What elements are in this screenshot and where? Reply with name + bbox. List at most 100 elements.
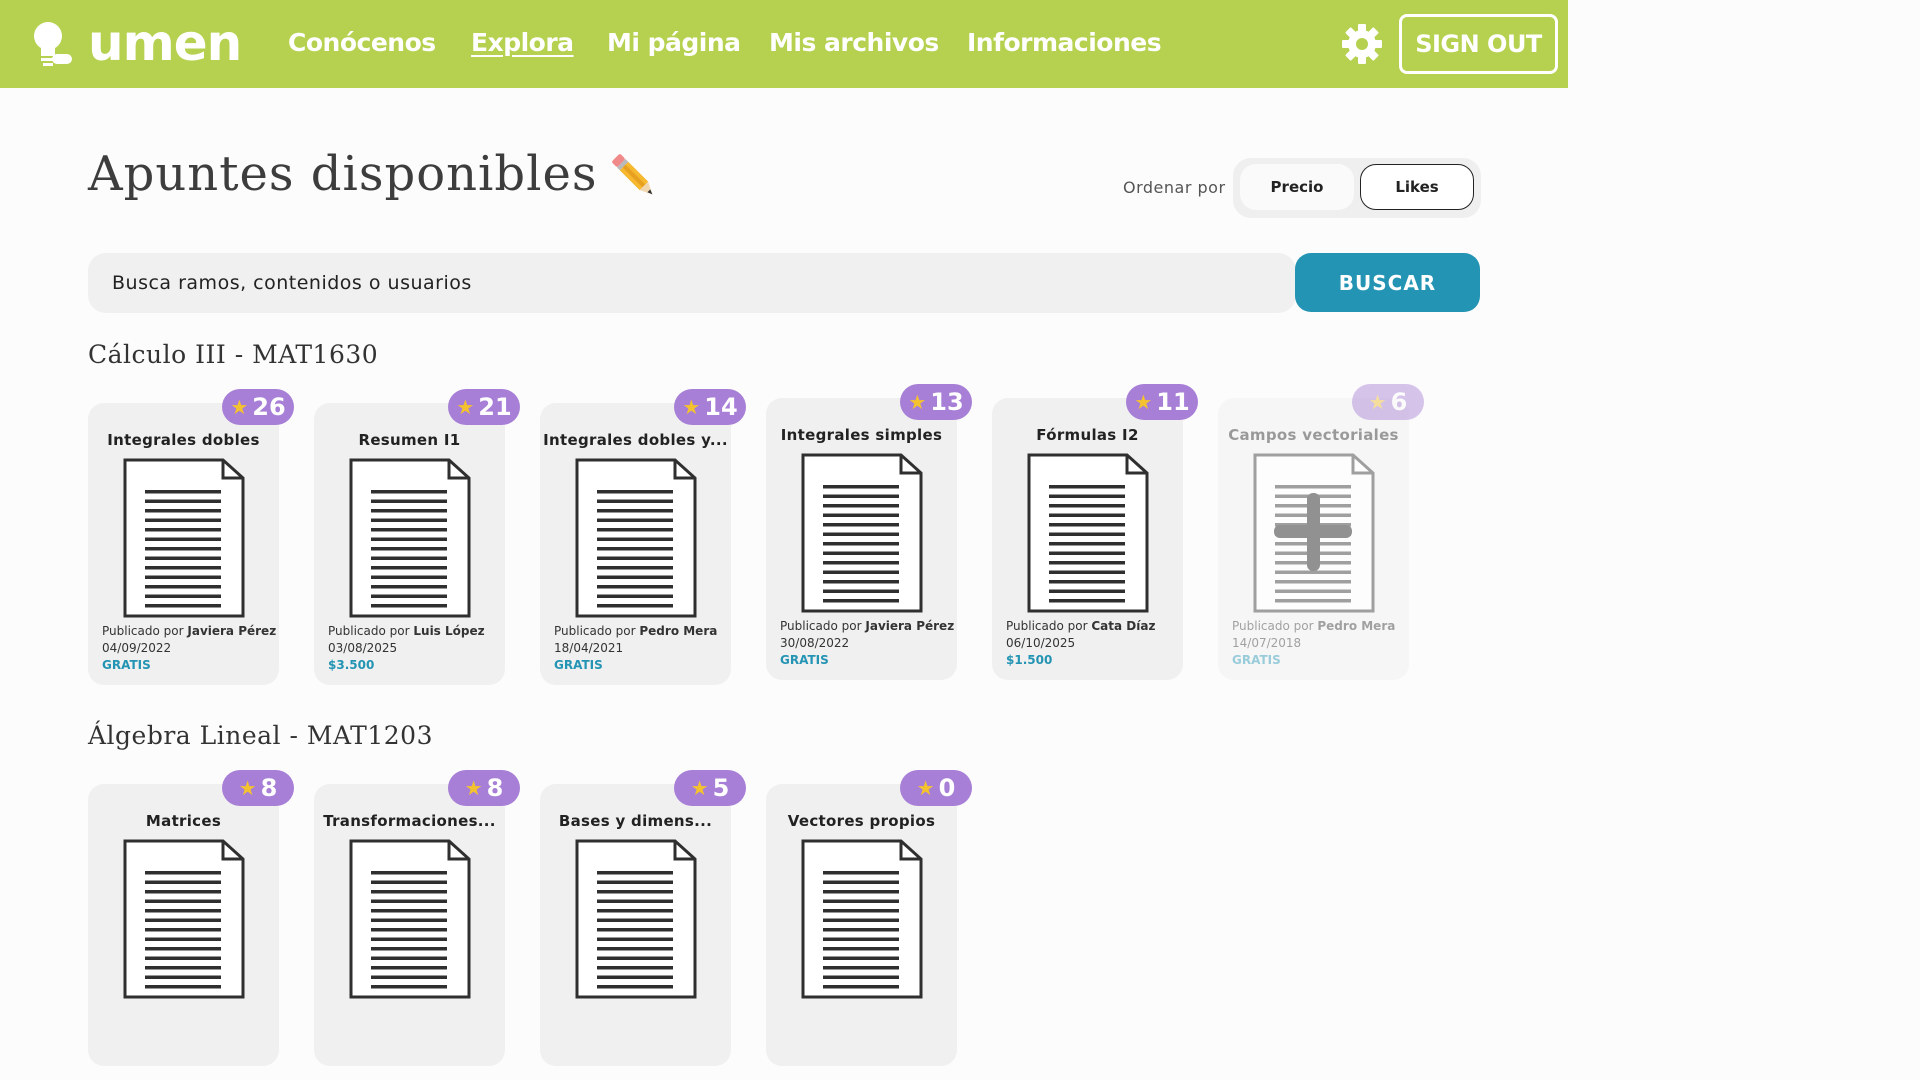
document-icon (123, 839, 245, 999)
card-author[interactable]: Javiera Pérez (865, 619, 954, 633)
likes-badge[interactable]: ★ 8 (448, 770, 520, 806)
note-card[interactable]: Vectores propios (766, 784, 957, 1066)
star-icon: ★ (690, 776, 709, 800)
sort-precio-button[interactable]: Precio (1240, 164, 1354, 210)
star-icon: ★ (682, 395, 701, 419)
note-card[interactable]: Bases y dimens... (540, 784, 731, 1066)
card-author[interactable]: Cata Díaz (1091, 619, 1155, 633)
card-price: GRATIS (780, 653, 829, 667)
likes-count: 26 (252, 393, 286, 421)
document-icon (349, 839, 471, 999)
likes-count: 8 (486, 774, 504, 802)
gear-icon[interactable] (1340, 22, 1384, 66)
card-date: 30/08/2022 (780, 636, 850, 650)
page-title: Apuntes disponibles (88, 146, 598, 202)
likes-count: 0 (938, 774, 956, 802)
sort-label: Ordenar por (1123, 178, 1226, 197)
pencil-icon (612, 154, 653, 195)
card-author[interactable]: Luis López (413, 624, 484, 638)
document-plus-icon (1253, 453, 1375, 613)
published-prefix: Publicado por (1006, 619, 1088, 633)
note-card[interactable]: Resumen I1 Publicado por Luis López 03/0… (314, 403, 505, 685)
card-date: 14/07/2018 (1232, 636, 1302, 650)
card-title: Integrales dobles (107, 431, 260, 449)
likes-badge[interactable]: ★ 6 (1352, 384, 1424, 420)
card-price: GRATIS (102, 658, 151, 672)
star-icon: ★ (238, 776, 257, 800)
card-title: Transformaciones... (323, 812, 496, 830)
logo-text: umen (88, 14, 242, 72)
note-card[interactable]: Integrales dobles Publicado por Javiera … (88, 403, 279, 685)
note-card[interactable]: Matrices (88, 784, 279, 1066)
sort-toggle-group: Precio Likes (1233, 158, 1481, 218)
published-prefix: Publicado por (1232, 619, 1314, 633)
likes-badge[interactable]: ★ 14 (674, 389, 746, 425)
likes-count: 8 (260, 774, 278, 802)
lightbulb-logo-icon (34, 22, 72, 66)
card-title: Fórmulas I2 (1036, 426, 1139, 444)
likes-count: 21 (478, 393, 512, 421)
nav-link-mi-pagina[interactable]: Mi página (607, 28, 741, 57)
card-author[interactable]: Pedro Mera (639, 624, 717, 638)
nav-link-mis-archivos[interactable]: Mis archivos (769, 28, 939, 57)
star-icon: ★ (456, 395, 475, 419)
card-title: Integrales simples (780, 426, 943, 444)
star-icon: ★ (464, 776, 483, 800)
nav-link-conocenos[interactable]: Conócenos (288, 28, 436, 57)
document-icon (575, 839, 697, 999)
sort-likes-button[interactable]: Likes (1360, 164, 1474, 210)
card-meta: Publicado por Javiera Pérez 30/08/2022 G… (780, 618, 954, 669)
navbar: umen Conócenos Explora Mi página Mis arc… (0, 0, 1568, 88)
published-prefix: Publicado por (102, 624, 184, 638)
section-title-calculo: Cálculo III - MAT1630 (88, 340, 379, 369)
card-meta: Publicado por Pedro Mera 18/04/2021 GRAT… (554, 623, 717, 674)
document-icon (575, 458, 697, 618)
search-input[interactable] (88, 253, 1296, 313)
card-date: 18/04/2021 (554, 641, 624, 655)
star-icon: ★ (1134, 390, 1153, 414)
sign-out-button[interactable]: SIGN OUT (1399, 14, 1558, 74)
card-author[interactable]: Javiera Pérez (187, 624, 276, 638)
nav-link-informaciones[interactable]: Informaciones (967, 28, 1162, 57)
card-title: Matrices (145, 812, 222, 830)
likes-count: 11 (1156, 388, 1190, 416)
likes-badge[interactable]: ★ 11 (1126, 384, 1198, 420)
note-card[interactable]: Campos vectoriales Publicado por Pedro M… (1218, 398, 1409, 680)
card-title: Bases y dimens... (558, 812, 713, 830)
card-price: GRATIS (554, 658, 603, 672)
card-date: 04/09/2022 (102, 641, 172, 655)
card-title: Campos vectoriales (1228, 426, 1399, 444)
section-title-algebra: Álgebra Lineal - MAT1203 (88, 721, 433, 750)
card-title: Vectores propios (787, 812, 936, 830)
lumen-logo[interactable]: umen (32, 14, 242, 72)
card-price: $3.500 (328, 658, 375, 672)
card-date: 06/10/2025 (1006, 636, 1076, 650)
card-title: Integrales dobles y... (543, 431, 728, 449)
nav-link-explora[interactable]: Explora (471, 28, 574, 57)
star-icon: ★ (908, 390, 927, 414)
search-button[interactable]: BUSCAR (1295, 253, 1480, 312)
published-prefix: Publicado por (780, 619, 862, 633)
note-card[interactable]: Integrales simples Publicado por Javiera… (766, 398, 957, 680)
likes-count: 13 (930, 388, 964, 416)
likes-badge[interactable]: ★ 5 (674, 770, 746, 806)
note-card[interactable]: Transformaciones... (314, 784, 505, 1066)
document-icon (801, 839, 923, 999)
likes-badge[interactable]: ★ 0 (900, 770, 972, 806)
published-prefix: Publicado por (554, 624, 636, 638)
likes-badge[interactable]: ★ 13 (900, 384, 972, 420)
card-author[interactable]: Pedro Mera (1317, 619, 1395, 633)
star-icon: ★ (230, 395, 249, 419)
likes-badge[interactable]: ★ 26 (222, 389, 294, 425)
note-card[interactable]: Integrales dobles y... Publicado por Ped… (540, 403, 731, 685)
likes-count: 14 (704, 393, 738, 421)
star-icon: ★ (916, 776, 935, 800)
note-card[interactable]: Fórmulas I2 Publicado por Cata Díaz 06/1… (992, 398, 1183, 680)
likes-badge[interactable]: ★ 8 (222, 770, 294, 806)
card-meta: Publicado por Cata Díaz 06/10/2025 $1.50… (1006, 618, 1155, 669)
likes-count: 5 (712, 774, 730, 802)
likes-count: 6 (1390, 388, 1408, 416)
card-price: $1.500 (1006, 653, 1053, 667)
likes-badge[interactable]: ★ 21 (448, 389, 520, 425)
document-icon (1027, 453, 1149, 613)
